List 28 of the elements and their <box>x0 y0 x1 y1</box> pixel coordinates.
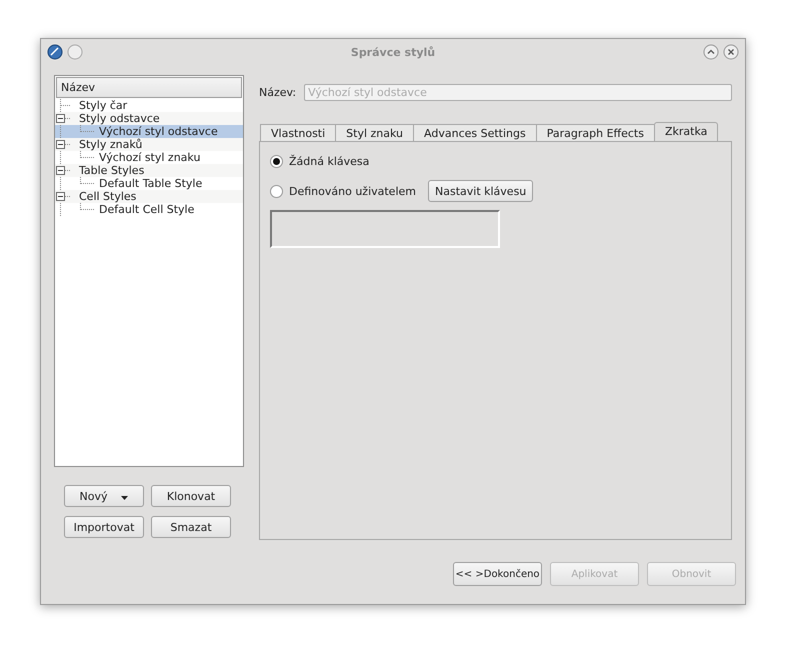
tree-item[interactable]: Default Table Style <box>97 177 202 190</box>
tab[interactable]: Paragraph Effects <box>536 124 654 142</box>
app-icon <box>47 44 63 60</box>
tab[interactable]: Styl znaku <box>335 124 414 142</box>
tree-item[interactable]: Styly čar <box>77 99 128 112</box>
radio-button[interactable] <box>270 184 283 198</box>
column-header[interactable]: Název <box>56 77 242 98</box>
radio-button[interactable] <box>270 154 283 168</box>
action-button[interactable]: Importovat <box>64 516 144 538</box>
style-tree[interactable]: Název Styly čar Styly odstavce Výchozí styl odstavce Styly znaků Výchozí styl znaku Table Styles Default Table Style Cell Styles Default Cell Style <box>54 75 244 467</box>
tree-item[interactable]: Default Cell Style <box>97 203 194 216</box>
set-key-button[interactable]: Nastavit klávesu <box>428 180 534 202</box>
maximize-icon[interactable] <box>703 44 719 60</box>
dialog-button[interactable]: << >Dokončeno <box>453 562 542 586</box>
tab[interactable]: Vlastnosti <box>260 124 336 142</box>
action-button[interactable]: Smazat <box>151 516 231 538</box>
radio-label[interactable]: Definováno uživatelem <box>289 184 416 198</box>
radio-label[interactable]: Žádná klávesa <box>289 154 370 168</box>
window-title: Správce stylů <box>350 46 436 58</box>
name-field[interactable]: Výchozí styl odstavce <box>304 84 732 101</box>
tab[interactable]: Zkratka <box>654 122 718 142</box>
action-button[interactable]: Klonovat <box>151 485 231 507</box>
close-icon[interactable] <box>723 44 739 60</box>
dropdown-button[interactable]: Nový <box>64 485 144 507</box>
caret-icon <box>121 496 128 500</box>
tree-item[interactable]: Výchozí styl znaku <box>97 151 200 164</box>
field-label: Název: <box>259 86 296 99</box>
tab[interactable]: Advances Settings <box>413 124 536 142</box>
